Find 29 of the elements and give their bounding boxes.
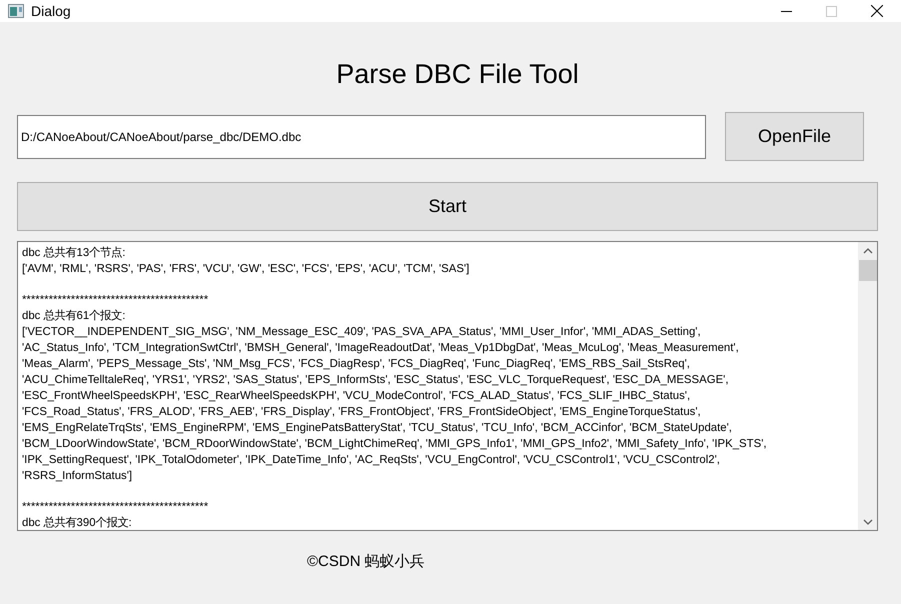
- output-line: 'AC_Status_Info', 'TCM_IntegrationSwtCtrl', 'BMSH_General', 'ImageReadoutDat', 'Meas_Vp1DbgDat', 'Meas_McuLog', 'Meas_Measurement',: [22, 341, 740, 356]
- close-icon[interactable]: [871, 5, 883, 17]
- output-line: 'BCM_LDoorWindowState', 'BCM_RDoorWindowState', 'BCM_LightChimeReq', 'MMI_GPS_Info1', 'MMI_GPS_Info2', 'MMI_Safety_Info', 'IPK_STS',: [22, 437, 768, 452]
- output-line: 'RSRS_InformStatus']: [22, 469, 134, 484]
- output-line: dbc 总共有13个节点:: [22, 246, 126, 261]
- app-heading: Parse DBC File Tool: [335, 59, 580, 91]
- scroll-down-icon[interactable]: [862, 519, 872, 525]
- output-line: dbc 总共有61个报文:: [22, 308, 126, 324]
- output-line: 'FCS_Road_Status', 'FRS_ALOD', 'FRS_AEB', 'FRS_Display', 'FRS_FrontObject', 'FRS_FrontSideObject', 'EMS_EngineTorqueStatus',: [22, 405, 702, 420]
- output-line: 'EMS_EngRelateTrqSts', 'EMS_EngineRPM', 'EMS_EnginePatsBatteryStat', 'TCU_Status', 'TCU_Info', 'BCM_ACCinfor', 'BCM_StateUpdate',: [22, 421, 733, 436]
- output-line: 'ESC_FrontWheelSpeedsKPH', 'ESC_RearWheelSpeedsKPH', 'VCU_ModeControl', 'FCS_ALAD_Status', 'FCS_SLIF_IHBC_Status',: [22, 389, 692, 404]
- output-line: 'Meas_Alarm', 'PEPS_Message_Sts', 'NM_Msg_FCS', 'FCS_DiagResp', 'FCS_DiagReq', 'Func_DiagReq', 'EMS_RBS_Sail_StsReq',: [22, 357, 691, 372]
- output-line: dbc 总共有390个报文:: [22, 516, 133, 530]
- file-path-field[interactable]: D:/CANoeAbout/CANoeAbout/parse_dbc/DEMO.dbc: [17, 114, 706, 158]
- scroll-up-icon[interactable]: [862, 248, 872, 254]
- copyright-label: ©CSDN 蚂蚁小兵: [306, 552, 426, 571]
- output-line: ******************************************: [22, 293, 210, 308]
- start-button[interactable]: Start: [17, 182, 878, 231]
- scrollbar-thumb[interactable]: [858, 260, 876, 281]
- output-text-area[interactable]: [17, 241, 878, 531]
- output-line: 'ACU_ChimeTelltaleReq', 'YRS1', 'YRS2', 'SAS_Status', 'EPS_InformSts', 'ESC_Status', 'ESC_VLC_TorqueRequest', 'ESC_DA_MESSAGE',: [22, 373, 730, 388]
- window-title: Dialog: [31, 3, 71, 19]
- open-file-button[interactable]: OpenFile: [725, 112, 864, 161]
- output-line: 'IPK_SettingRequest', 'IPK_TotalOdometer', 'IPK_DateTime_Info', 'AC_ReqSts', 'VCU_EngControl', 'VCU_CSControl1', 'VCU_CSControl2',: [22, 453, 721, 468]
- scrollbar[interactable]: [858, 242, 877, 530]
- output-line: ['VECTOR__INDEPENDENT_SIG_MSG', 'NM_Message_ESC_409', 'PAS_SVA_APA_Status', 'MMI_User_Infor', 'MMI_ADAS_Setting',: [22, 325, 702, 340]
- app-icon: [8, 4, 24, 18]
- output-line: ******************************************: [22, 500, 210, 515]
- output-line: ['AVM', 'RML', 'RSRS', 'PAS', 'FRS', 'VCU', 'GW', 'ESC', 'FCS', 'EPS', 'ACU', 'TCM', 'SAS']: [22, 262, 470, 277]
